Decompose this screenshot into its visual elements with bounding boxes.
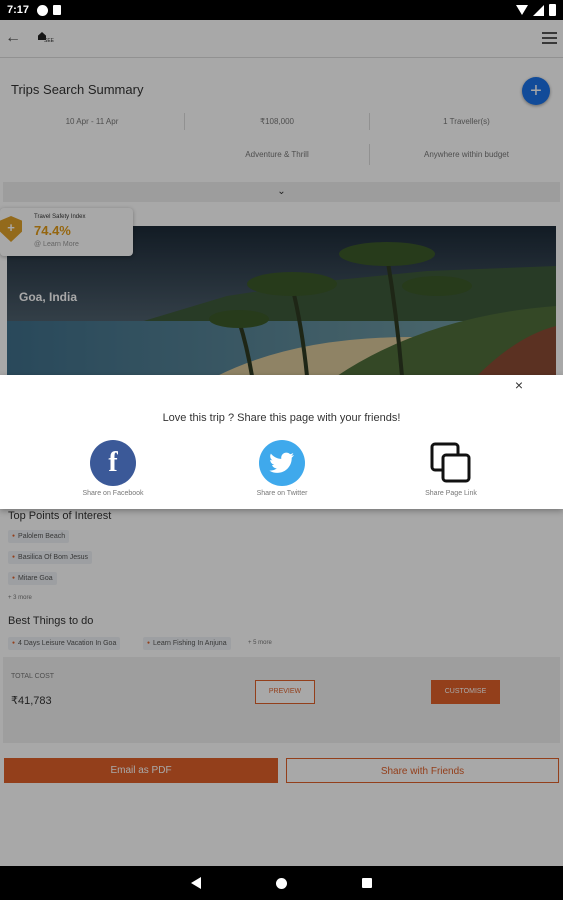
share-facebook-button[interactable]: f Share on Facebook <box>58 440 168 497</box>
sd-card-icon <box>53 5 62 15</box>
close-icon[interactable]: × <box>515 377 523 393</box>
share-sheet: × Love this trip ? Share this page with … <box>0 375 563 509</box>
share-facebook-label: Share on Facebook <box>82 490 144 497</box>
twitter-icon <box>259 440 305 486</box>
status-time: 7:17 <box>7 4 30 16</box>
wifi-icon <box>516 5 528 15</box>
nav-back-icon[interactable] <box>191 877 201 889</box>
share-twitter-label: Share on Twitter <box>256 490 308 497</box>
status-bar: 7:17 <box>0 0 563 20</box>
nav-recents-icon[interactable] <box>362 878 372 888</box>
nav-home-icon[interactable] <box>276 877 287 889</box>
share-prompt: Love this trip ? Share this page with yo… <box>162 412 401 424</box>
notification-icon <box>37 4 49 16</box>
share-twitter-button[interactable]: Share on Twitter <box>227 440 337 497</box>
battery-icon <box>549 4 556 16</box>
share-page-link-label: Share Page Link <box>425 490 477 497</box>
copy-link-icon <box>428 440 474 486</box>
system-nav-bar <box>0 866 563 900</box>
signal-icon <box>533 4 544 16</box>
share-page-link-button[interactable]: Share Page Link <box>396 440 506 497</box>
facebook-icon: f <box>90 440 136 486</box>
